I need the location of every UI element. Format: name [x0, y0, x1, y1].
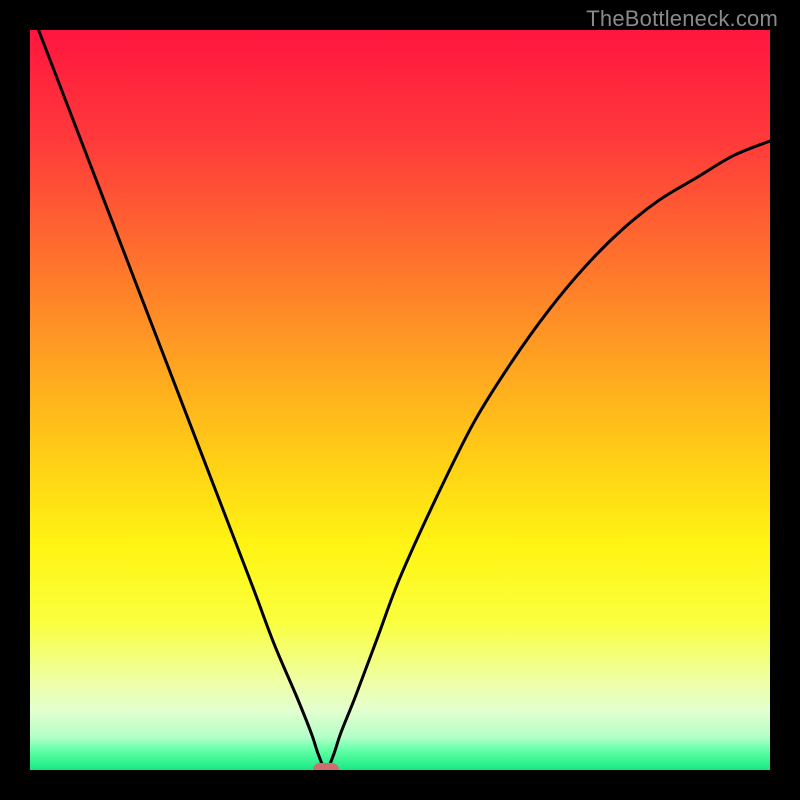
plot-area	[30, 30, 770, 770]
watermark-text: TheBottleneck.com	[586, 6, 778, 32]
bottleneck-curve	[30, 30, 770, 770]
minimum-marker	[313, 763, 339, 770]
